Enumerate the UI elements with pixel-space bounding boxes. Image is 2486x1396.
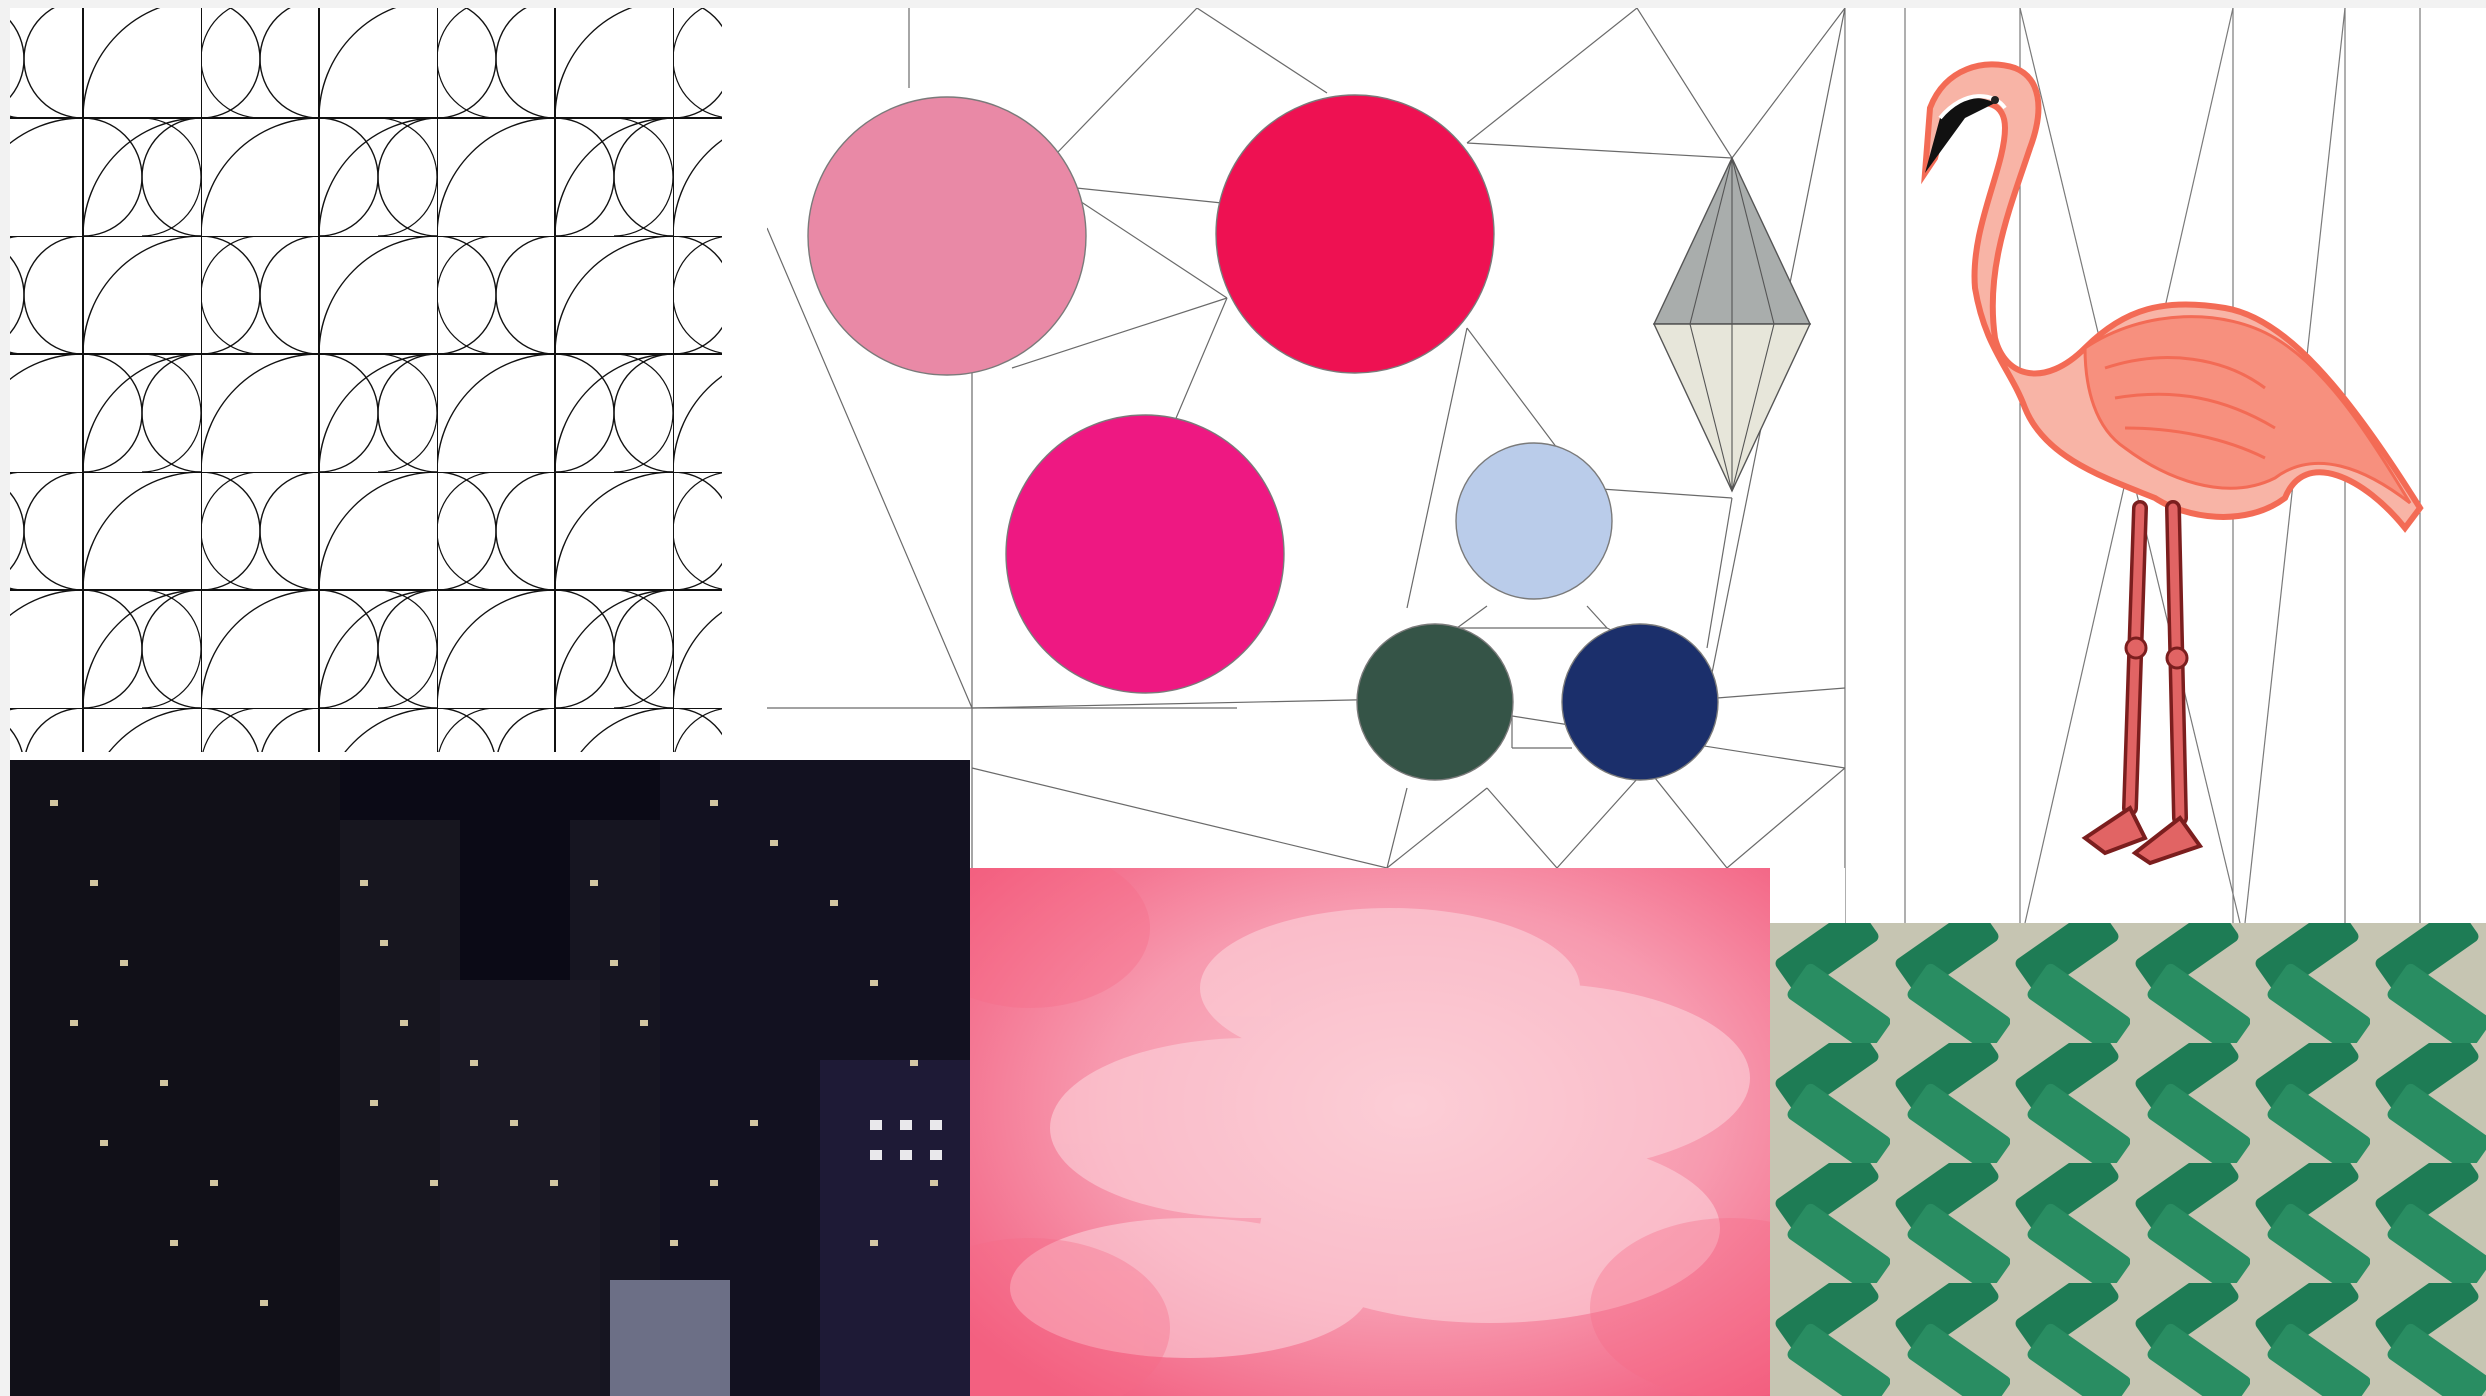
curve-pattern-tile[interactable]	[10, 8, 767, 760]
flamingo-icon	[1921, 61, 2424, 866]
herringbone-tile-photo-icon	[1770, 923, 2486, 1396]
pale-blue-swatch	[1455, 442, 1613, 600]
moodboard-canvas	[0, 0, 2486, 1396]
hot-pink-swatch	[1005, 414, 1285, 694]
pink-clouds-photo[interactable]	[970, 868, 1770, 1396]
light-pink-swatch	[807, 96, 1087, 376]
flamingo-tile[interactable]	[1845, 8, 2486, 923]
green-tiles-photo[interactable]	[1770, 923, 2486, 1396]
dark-green-swatch	[1356, 623, 1514, 781]
line-art-pattern-icon	[10, 8, 722, 752]
palette-swatches-tile[interactable]	[767, 8, 1845, 868]
navy-swatch	[1561, 623, 1719, 781]
flamingo-illustration-icon	[1845, 8, 2424, 923]
crimson-swatch	[1215, 94, 1495, 374]
city-photo-icon	[10, 760, 970, 1396]
city-night-photo[interactable]	[10, 760, 970, 1396]
cloud-photo-icon	[970, 868, 1770, 1396]
color-swatch-icon	[767, 8, 1845, 868]
gem-icon	[1652, 156, 1812, 493]
